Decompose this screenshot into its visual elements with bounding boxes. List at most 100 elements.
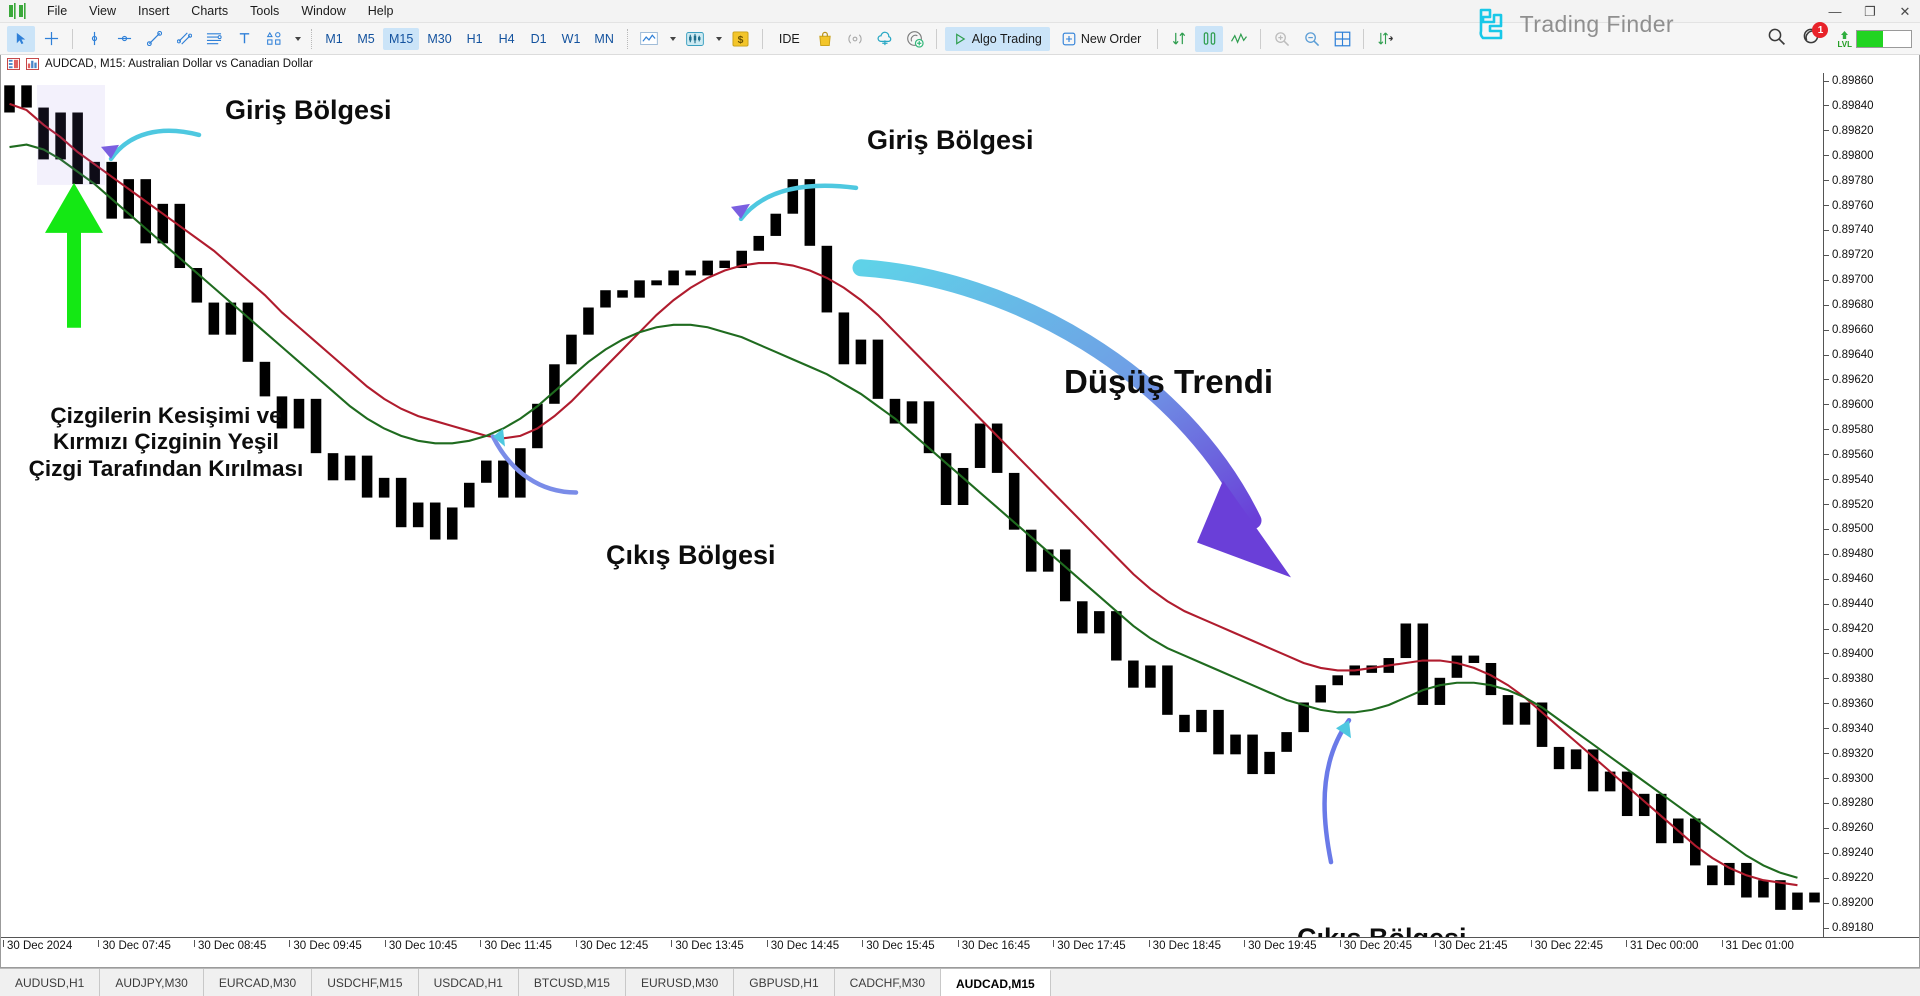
maximize-button[interactable]: ❐ [1861,5,1879,18]
chart-tab[interactable]: EURUSD,M30 [625,969,735,996]
chart-tabs-bar: AUDUSD,H1 AUDJPY,M30 EURCAD,M30 USDCHF,M15 U… [0,968,1920,996]
time-label: 30 Dec 14:45 [766,940,839,952]
price-label: 0.89720 [1824,249,1874,261]
indicators-icon[interactable] [1225,26,1253,52]
candlestick-chart-type-icon[interactable] [681,26,709,52]
main-toolbar: M1 M5 M15 M30 H1 H4 D1 W1 MN $ IDE Algo … [0,23,1920,55]
menu-item-view[interactable]: View [78,1,127,21]
new-order-button[interactable]: New Order [1054,27,1149,51]
search-icon[interactable] [1767,27,1786,51]
timeframe-w1[interactable]: W1 [556,28,587,50]
menu-item-file[interactable]: File [36,1,78,21]
price-label: 0.89360 [1824,698,1874,710]
chart-type-dropdown-caret-icon[interactable] [665,26,679,52]
copy-trading-icon[interactable] [901,26,929,52]
auto-scroll-icon[interactable] [1165,26,1193,52]
chart-tab[interactable]: CADCHF,M30 [834,969,942,996]
chart-shift-icon[interactable] [1195,25,1224,52]
buy-signal-arrow [45,182,103,328]
algo-trading-button[interactable]: Algo Trading [944,26,1050,51]
menu-item-window[interactable]: Window [290,1,356,21]
candlestick-dropdown-caret-icon[interactable] [711,26,725,52]
level-arrow-icon [1841,30,1849,39]
time-label: 30 Dec 19:45 [1244,940,1317,952]
level-label: LVL [1837,39,1852,49]
price-label: 0.89460 [1824,573,1874,585]
candlestick-series [4,85,1820,910]
notifications-icon[interactable]: 1 [1802,22,1829,51]
chart-tab[interactable]: AUDUSD,H1 [0,969,101,996]
chart-symbol-bar: AUDCAD, M15: Australian Dollar vs Canadi… [1,55,1919,73]
annotation-overlay [37,84,1352,865]
time-label: 31 Dec 01:00 [1721,940,1794,952]
annotation-exit-zone-1: Çıkış Bölgesi [606,540,776,570]
time-label: 30 Dec 13:45 [671,940,744,952]
time-label: 30 Dec 07:45 [98,940,171,952]
line-chart-type-icon[interactable] [635,26,663,52]
horizontal-line-tool-icon[interactable] [110,26,138,52]
chart-tab[interactable]: USDCHF,M15 [312,969,419,996]
trendline-tool-icon[interactable] [140,26,168,52]
chart-tab[interactable]: EURCAD,M30 [203,969,313,996]
zoom-in-icon[interactable] [1268,26,1296,52]
step-forward-icon[interactable] [1371,26,1399,52]
chart-tab[interactable]: AUDJPY,M30 [100,969,204,996]
menu-item-insert[interactable]: Insert [127,1,180,21]
connection-level-indicator[interactable]: LVL [1837,30,1912,49]
ide-button[interactable]: IDE [771,27,808,51]
crosshair-tool-icon[interactable] [37,26,65,52]
grid-layout-icon[interactable] [1328,26,1356,52]
time-label: 30 Dec 21:45 [1435,940,1508,952]
vertical-line-tool-icon[interactable] [80,26,108,52]
market-bag-icon[interactable] [811,26,839,52]
chart-plot-area[interactable]: Giriş Bölgesi Giriş Bölgesi Çıkış Bölges… [1,73,1823,937]
menu-item-help[interactable]: Help [357,1,405,21]
algo-trading-label: Algo Trading [971,31,1042,46]
menu-item-charts[interactable]: Charts [180,1,239,21]
time-axis[interactable]: 30 Dec 2024 30 Dec 07:45 30 Dec 08:45 30 De… [1,937,1919,967]
price-label: 0.89520 [1824,499,1874,511]
time-label: 30 Dec 08:45 [193,940,266,952]
zoom-out-icon[interactable] [1298,26,1326,52]
timeframe-h4[interactable]: H4 [492,28,522,50]
close-button[interactable]: ✕ [1896,5,1914,18]
chart-tab[interactable]: BTCUSD,M15 [518,969,626,996]
price-label: 0.89280 [1824,797,1874,809]
chart-tab[interactable]: USDCAD,H1 [418,969,519,996]
shapes-dropdown-caret-icon[interactable] [290,26,304,52]
time-label: 30 Dec 15:45 [862,940,935,952]
chart-tab[interactable]: GBPUSD,H1 [734,969,835,996]
timeframe-h1[interactable]: H1 [460,28,490,50]
price-label: 0.89620 [1824,374,1874,386]
shapes-tool-icon[interactable] [260,26,288,52]
fibonacci-tool-icon[interactable] [200,26,228,52]
price-label: 0.89580 [1824,424,1874,436]
time-label: 30 Dec 16:45 [957,940,1030,952]
price-axis[interactable]: 0.89860 0.89840 0.89820 0.89800 0.89780 0.897… [1823,73,1919,937]
chart-tab[interactable]: AUDCAD,M15 [941,969,1051,996]
timeframe-m5[interactable]: M5 [351,28,381,50]
timeframe-m15[interactable]: M15 [383,27,420,50]
price-label: 0.89420 [1824,623,1874,635]
timeframe-m1[interactable]: M1 [319,28,349,50]
notification-badge: 1 [1812,22,1829,38]
channel-tool-icon[interactable] [170,26,198,52]
timeframe-m30[interactable]: M30 [421,28,457,50]
price-scale-icon[interactable]: $ [727,26,755,52]
time-label: 30 Dec 2024 [3,940,72,952]
time-label: 30 Dec 12:45 [575,940,648,952]
text-tool-icon[interactable] [230,26,258,52]
cursor-tool-icon[interactable] [7,25,35,52]
timeframe-mn[interactable]: MN [588,28,619,50]
timeframe-d1[interactable]: D1 [524,28,554,50]
signals-icon[interactable] [841,26,869,52]
time-label: 30 Dec 17:45 [1053,940,1126,952]
price-label: 0.89800 [1824,150,1874,162]
time-label: 30 Dec 09:45 [289,940,362,952]
price-label: 0.89700 [1824,274,1874,286]
price-label: 0.89680 [1824,299,1874,311]
minimize-button[interactable]: — [1826,5,1844,18]
vps-cloud-icon[interactable] [871,26,899,52]
menu-item-tools[interactable]: Tools [239,1,290,21]
price-label: 0.89780 [1824,175,1874,187]
